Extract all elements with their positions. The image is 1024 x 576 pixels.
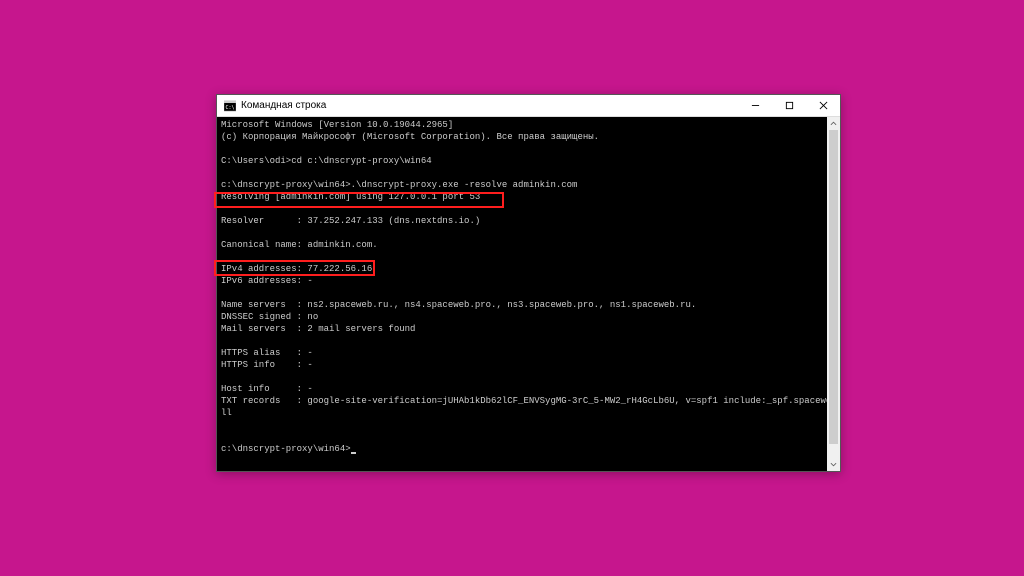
cursor [351, 452, 356, 454]
output-line: Canonical name: adminkin.com. [221, 240, 378, 250]
cmd-icon: C:\ [223, 99, 237, 113]
output-line: HTTPS info : - [221, 360, 313, 370]
output-line: DNSSEC signed : no [221, 312, 318, 322]
terminal-body: Microsoft Windows [Version 10.0.19044.29… [217, 117, 840, 471]
vertical-scrollbar[interactable] [827, 117, 840, 471]
output-line: HTTPS alias : - [221, 348, 313, 358]
output-line: (c) Корпорация Майкрософт (Microsoft Cor… [221, 132, 599, 142]
scroll-thumb[interactable] [829, 130, 838, 444]
output-line: Resolver : 37.252.247.133 (dns.nextdns.i… [221, 216, 480, 226]
output-line: IPv4 addresses: 77.222.56.16 [221, 264, 372, 274]
svg-text:C:\: C:\ [226, 105, 235, 111]
output-line: Resolving [adminkin.com] using 127.0.0.1… [221, 192, 480, 202]
titlebar[interactable]: C:\ Командная строка [217, 95, 840, 117]
prompt-line: c:\dnscrypt-proxy\win64> [221, 444, 351, 454]
terminal-output[interactable]: Microsoft Windows [Version 10.0.19044.29… [217, 117, 827, 471]
scroll-up-button[interactable] [827, 117, 840, 130]
close-button[interactable] [806, 95, 840, 117]
output-line: IPv6 addresses: - [221, 276, 313, 286]
output-line: Name servers : ns2.spaceweb.ru., ns4.spa… [221, 300, 696, 310]
output-line: ll [221, 408, 232, 418]
output-line: C:\Users\odi>cd c:\dnscrypt-proxy\win64 [221, 156, 432, 166]
maximize-button[interactable] [772, 95, 806, 117]
command-prompt-window: C:\ Командная строка Microsoft Windows [… [216, 94, 841, 472]
output-line: c:\dnscrypt-proxy\win64>.\dnscrypt-proxy… [221, 180, 577, 190]
window-title: Командная строка [241, 100, 326, 111]
scroll-down-button[interactable] [827, 458, 840, 471]
output-line: TXT records : google-site-verification=j… [221, 396, 827, 406]
output-line: Microsoft Windows [Version 10.0.19044.29… [221, 120, 453, 130]
minimize-button[interactable] [738, 95, 772, 117]
output-line: Host info : - [221, 384, 313, 394]
output-line: Mail servers : 2 mail servers found [221, 324, 415, 334]
